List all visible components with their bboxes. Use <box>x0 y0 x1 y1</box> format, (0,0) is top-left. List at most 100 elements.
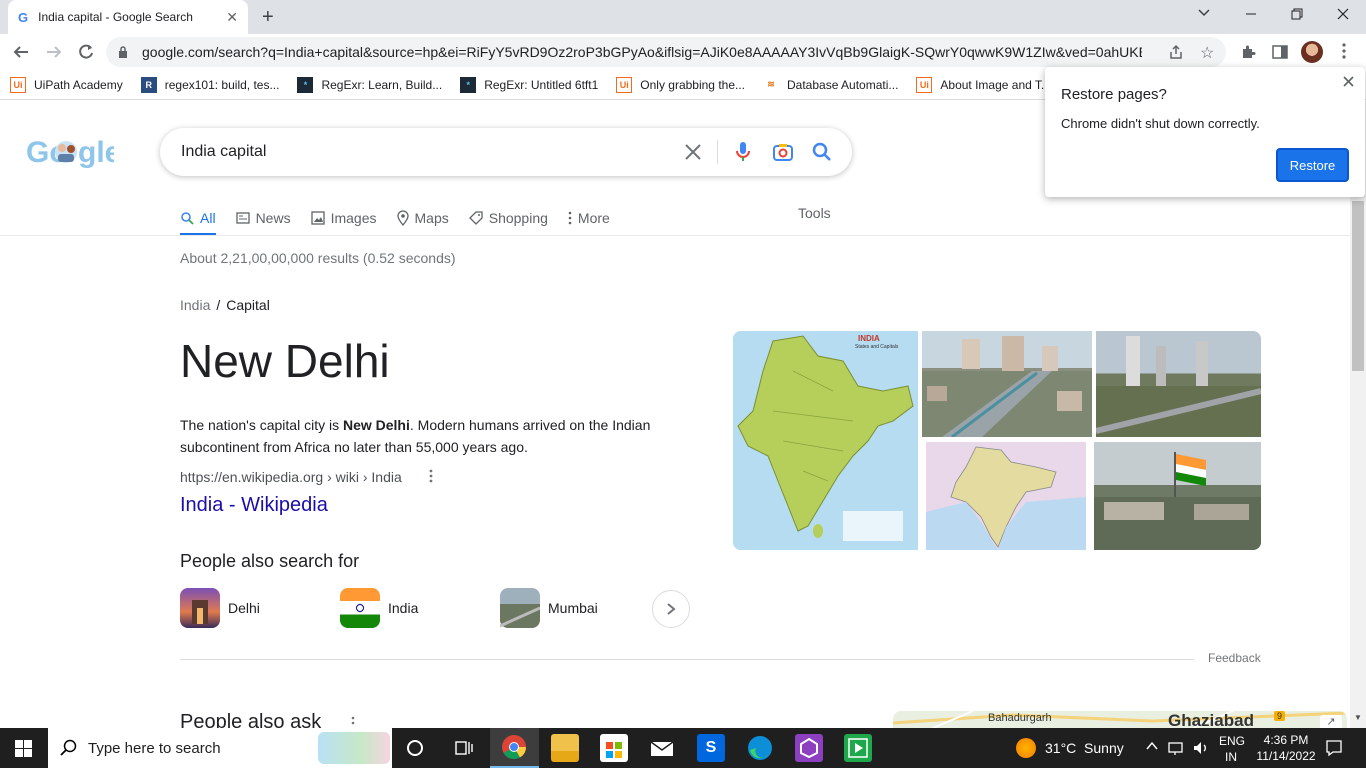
task-view-icon[interactable] <box>455 740 473 756</box>
reload-icon[interactable] <box>77 43 95 61</box>
network-icon[interactable] <box>1168 739 1186 757</box>
answer-title: New Delhi <box>180 335 390 387</box>
search-icon[interactable] <box>812 142 832 162</box>
mumbai-city-image[interactable] <box>1096 331 1261 437</box>
search-icon <box>181 212 194 225</box>
related-entity-delhi[interactable]: Delhi <box>180 588 260 628</box>
tab-label: News <box>255 210 291 226</box>
tabs-divider <box>0 235 1350 236</box>
bookmark-star-icon[interactable]: ☆ <box>1200 43 1214 63</box>
chrome-taskbar-button[interactable] <box>490 728 539 768</box>
bookmark-item[interactable]: ≋ Database Automati... <box>763 77 898 93</box>
tab-images[interactable]: Images <box>310 200 377 236</box>
tab-search-icon[interactable] <box>1197 6 1211 20</box>
close-window-icon[interactable] <box>1337 8 1349 20</box>
bookmark-label: RegExr: Untitled 6tft1 <box>484 77 599 92</box>
browser-tab[interactable]: G India capital - Google Search ✕ <box>8 0 248 34</box>
database-icon: ≋ <box>767 79 775 89</box>
close-dialog-icon[interactable] <box>1343 76 1354 87</box>
lock-icon[interactable] <box>118 46 128 58</box>
search-tabs: All News Images Maps Shopping More <box>180 200 630 236</box>
address-bar[interactable]: google.com/search?q=India+capital&source… <box>106 37 1226 67</box>
taskbar-search-box[interactable]: Type here to search <box>48 728 392 768</box>
map-preview[interactable]: Bahadurgarh Ghaziabad 9 ↗ <box>893 711 1347 728</box>
regexr-icon: * <box>297 76 314 93</box>
language-indicator[interactable]: ENG IN <box>1219 733 1245 765</box>
restore-window-icon[interactable] <box>1291 8 1303 20</box>
restore-button[interactable]: Restore <box>1276 148 1349 182</box>
camera-search-icon[interactable] <box>772 141 794 163</box>
image-icon <box>310 211 325 225</box>
chrome-menu-icon[interactable] <box>1342 43 1346 59</box>
map-place-label: Bahadurgarh <box>988 712 1052 724</box>
tab-all[interactable]: All <box>180 200 216 236</box>
media-player-icon[interactable] <box>844 734 872 762</box>
bookmark-item[interactable]: * RegExr: Untitled 6tft1 <box>460 76 599 93</box>
bookmark-item[interactable]: Ui UiPath Academy <box>10 76 123 93</box>
uipath-studio-icon[interactable]: S <box>697 734 725 762</box>
tab-news[interactable]: News <box>235 200 291 236</box>
source-url[interactable]: https://en.wikipedia.org › wiki › India <box>180 469 402 485</box>
microphone-icon[interactable] <box>735 141 751 163</box>
chevron-up-icon[interactable] <box>1146 740 1158 752</box>
windows-start-icon[interactable] <box>15 740 32 757</box>
breadcrumb-link-india[interactable]: India <box>180 297 210 313</box>
answer-snippet: The nation's capital city is New Delhi. … <box>180 414 680 458</box>
bookmark-item[interactable]: Ui About Image and T... <box>916 76 1051 93</box>
profile-avatar[interactable] <box>1301 41 1323 63</box>
tools-button[interactable]: Tools <box>798 205 831 221</box>
expand-map-icon[interactable]: ↗ <box>1320 715 1342 728</box>
bookmark-item[interactable]: * RegExr: Learn, Build... <box>297 76 442 93</box>
clock[interactable]: 4:36 PM 11/14/2022 <box>1252 732 1320 764</box>
tab-shopping[interactable]: Shopping <box>468 200 548 236</box>
bookmark-label: regex101: build, tes... <box>164 77 280 92</box>
cortana-icon[interactable] <box>407 740 423 756</box>
related-label: Mumbai <box>548 600 598 616</box>
bookmark-item[interactable]: Ui Only grabbing the... <box>616 76 745 93</box>
weather-sun-icon[interactable] <box>1016 738 1036 758</box>
chrome-icon <box>502 735 526 760</box>
google-doodle-logo[interactable]: Go gle <box>26 134 114 170</box>
tab-more[interactable]: More <box>568 200 610 236</box>
back-icon[interactable] <box>12 43 30 61</box>
result-title-link[interactable]: India - Wikipedia <box>180 494 328 517</box>
map-pin-icon <box>396 210 409 226</box>
forward-icon[interactable] <box>45 43 63 61</box>
next-related-button[interactable] <box>652 590 690 628</box>
bookmark-item[interactable]: Rregex101: build, tes... <box>140 76 280 93</box>
feedback-link[interactable]: Feedback <box>1208 651 1261 665</box>
mail-icon[interactable] <box>648 734 676 762</box>
result-options-icon[interactable] <box>429 469 433 483</box>
close-tab-icon[interactable]: ✕ <box>226 9 238 26</box>
tab-maps[interactable]: Maps <box>396 200 449 236</box>
delhi-city-image[interactable] <box>922 331 1092 437</box>
scrollbar-thumb[interactable] <box>1352 201 1364 371</box>
microsoft-store-icon[interactable] <box>600 734 628 762</box>
minimize-icon[interactable] <box>1245 8 1257 20</box>
related-entity-india[interactable]: India <box>340 588 418 628</box>
related-entity-mumbai[interactable]: Mumbai <box>500 588 598 628</box>
people-also-ask-options-icon[interactable] <box>351 716 355 728</box>
clear-search-icon[interactable] <box>684 143 702 161</box>
bookmark-label: UiPath Academy <box>34 77 123 92</box>
breadcrumb-separator: / <box>216 297 221 313</box>
notification-icon[interactable] <box>1325 739 1343 757</box>
weather-text[interactable]: 31°C Sunny <box>1045 740 1124 756</box>
india-map-image[interactable]: INDIA States and Capitals <box>733 331 918 550</box>
search-box[interactable]: India capital <box>160 128 852 176</box>
delhi-flag-image[interactable] <box>1094 442 1261 550</box>
extensions-icon[interactable] <box>1240 44 1256 60</box>
related-label: Delhi <box>228 600 260 616</box>
google-favicon-icon: G <box>18 9 29 25</box>
share-icon[interactable] <box>1168 44 1184 60</box>
india-outline-map-image[interactable] <box>926 442 1086 550</box>
search-input[interactable]: India capital <box>181 143 266 161</box>
volume-icon[interactable] <box>1192 739 1210 757</box>
side-panel-icon[interactable] <box>1272 44 1288 60</box>
edge-icon[interactable] <box>746 734 774 762</box>
file-explorer-icon[interactable] <box>551 734 579 762</box>
uipath-assistant-icon[interactable] <box>795 734 823 762</box>
scroll-down-icon[interactable]: ▼ <box>1354 713 1362 722</box>
new-tab-icon[interactable]: + <box>262 6 274 29</box>
delhi-thumbnail <box>180 588 220 628</box>
